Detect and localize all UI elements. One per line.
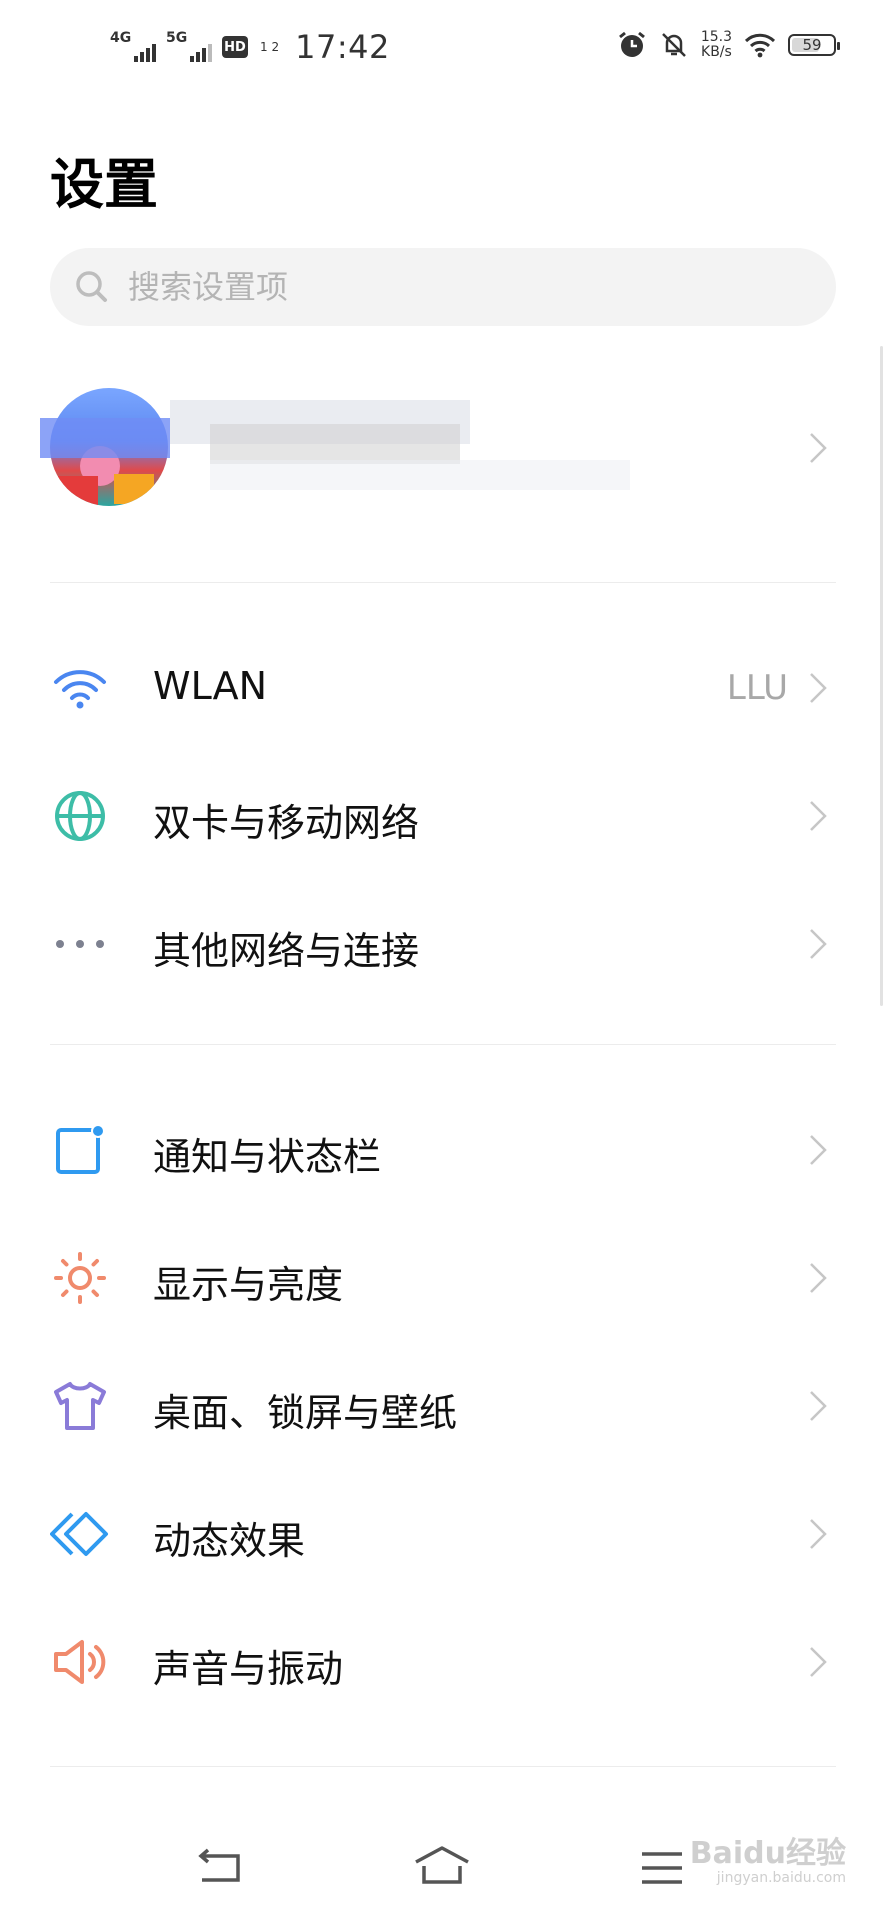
status-bar: 4G 5G HD 1 2 17:42 15.3 KB/s 59 xyxy=(0,0,886,96)
search-input[interactable] xyxy=(126,267,790,307)
search-icon xyxy=(76,271,107,302)
settings-item-wlan[interactable]: WLAN LLU xyxy=(0,624,886,752)
chevron-right-icon xyxy=(810,1519,827,1549)
network-speed-unit: KB/s xyxy=(701,44,732,60)
menu-icon[interactable] xyxy=(632,1838,696,1898)
network-speed-value: 15.3 xyxy=(700,29,732,45)
sim2-network-type: 5G xyxy=(166,30,188,46)
watermark-url: jingyan.baidu.com xyxy=(716,1870,846,1886)
chevron-right-icon xyxy=(810,929,827,959)
settings-item-label: 桌面、锁屏与壁纸 xyxy=(153,1391,458,1435)
section-divider xyxy=(50,1766,836,1767)
search-bar[interactable] xyxy=(50,248,836,326)
settings-item-label: 声音与振动 xyxy=(153,1647,344,1691)
alarm-icon xyxy=(618,31,645,57)
settings-item-label: 动态效果 xyxy=(153,1519,306,1563)
network-speed: 15.3 KB/s xyxy=(701,30,732,60)
settings-item-label: 通知与状态栏 xyxy=(153,1135,382,1179)
chevron-right-icon xyxy=(810,1263,827,1293)
sim1-network-type: 4G xyxy=(110,30,132,46)
wlan-network-name: LLU xyxy=(726,668,788,708)
wifi-icon xyxy=(54,670,106,709)
status-clock: 17:42 xyxy=(295,28,390,66)
chevron-right-icon xyxy=(810,1135,827,1165)
chevron-right-icon xyxy=(810,1647,827,1677)
speaker-icon xyxy=(54,1640,106,1684)
battery-level: 59 xyxy=(802,36,822,54)
more-dots-icon xyxy=(56,940,104,948)
settings-item-label: 双卡与移动网络 xyxy=(153,801,420,845)
settings-item-notifications[interactable]: 通知与状态栏 xyxy=(0,1086,886,1214)
home-icon[interactable] xyxy=(410,1838,474,1898)
hd-sim-indicator: 1 2 xyxy=(260,39,280,54)
settings-item-label: 显示与亮度 xyxy=(153,1263,344,1307)
tshirt-icon xyxy=(54,1382,106,1430)
settings-item-animation[interactable]: 动态效果 xyxy=(0,1470,886,1598)
battery-icon: 59 xyxy=(788,34,840,56)
chevron-right-icon xyxy=(810,1391,827,1421)
page-title: 设置 xyxy=(50,153,158,216)
settings-item-other-networks[interactable]: 其他网络与连接 xyxy=(0,880,886,1008)
settings-item-wallpaper[interactable]: 桌面、锁屏与壁纸 xyxy=(0,1342,886,1470)
account-card[interactable] xyxy=(0,380,886,520)
settings-item-dual-sim[interactable]: 双卡与移动网络 xyxy=(0,752,886,880)
sun-icon xyxy=(54,1252,106,1304)
section-divider xyxy=(50,1044,836,1045)
scrollbar[interactable] xyxy=(880,346,883,1006)
sim1-signal-icon: 4G xyxy=(110,30,156,64)
settings-item-display[interactable]: 显示与亮度 xyxy=(0,1214,886,1342)
mute-bell-icon xyxy=(661,33,686,57)
settings-item-sound[interactable]: 声音与振动 xyxy=(0,1598,886,1726)
diamond-icon xyxy=(50,1512,108,1556)
chevron-right-icon xyxy=(810,673,827,703)
globe-icon xyxy=(55,791,105,841)
chevron-right-icon xyxy=(810,433,827,463)
settings-item-label: 其他网络与连接 xyxy=(153,929,420,973)
watermark: Baidu经验 xyxy=(689,1836,846,1871)
section-divider xyxy=(50,582,836,583)
wifi-status-icon xyxy=(744,33,776,58)
notification-icon xyxy=(56,1124,105,1174)
hd-voice-icon: HD xyxy=(222,36,248,58)
settings-item-label: WLAN xyxy=(153,664,268,708)
sim2-signal-icon: 5G xyxy=(166,30,212,64)
chevron-right-icon xyxy=(810,801,827,831)
back-icon[interactable] xyxy=(188,1838,252,1898)
